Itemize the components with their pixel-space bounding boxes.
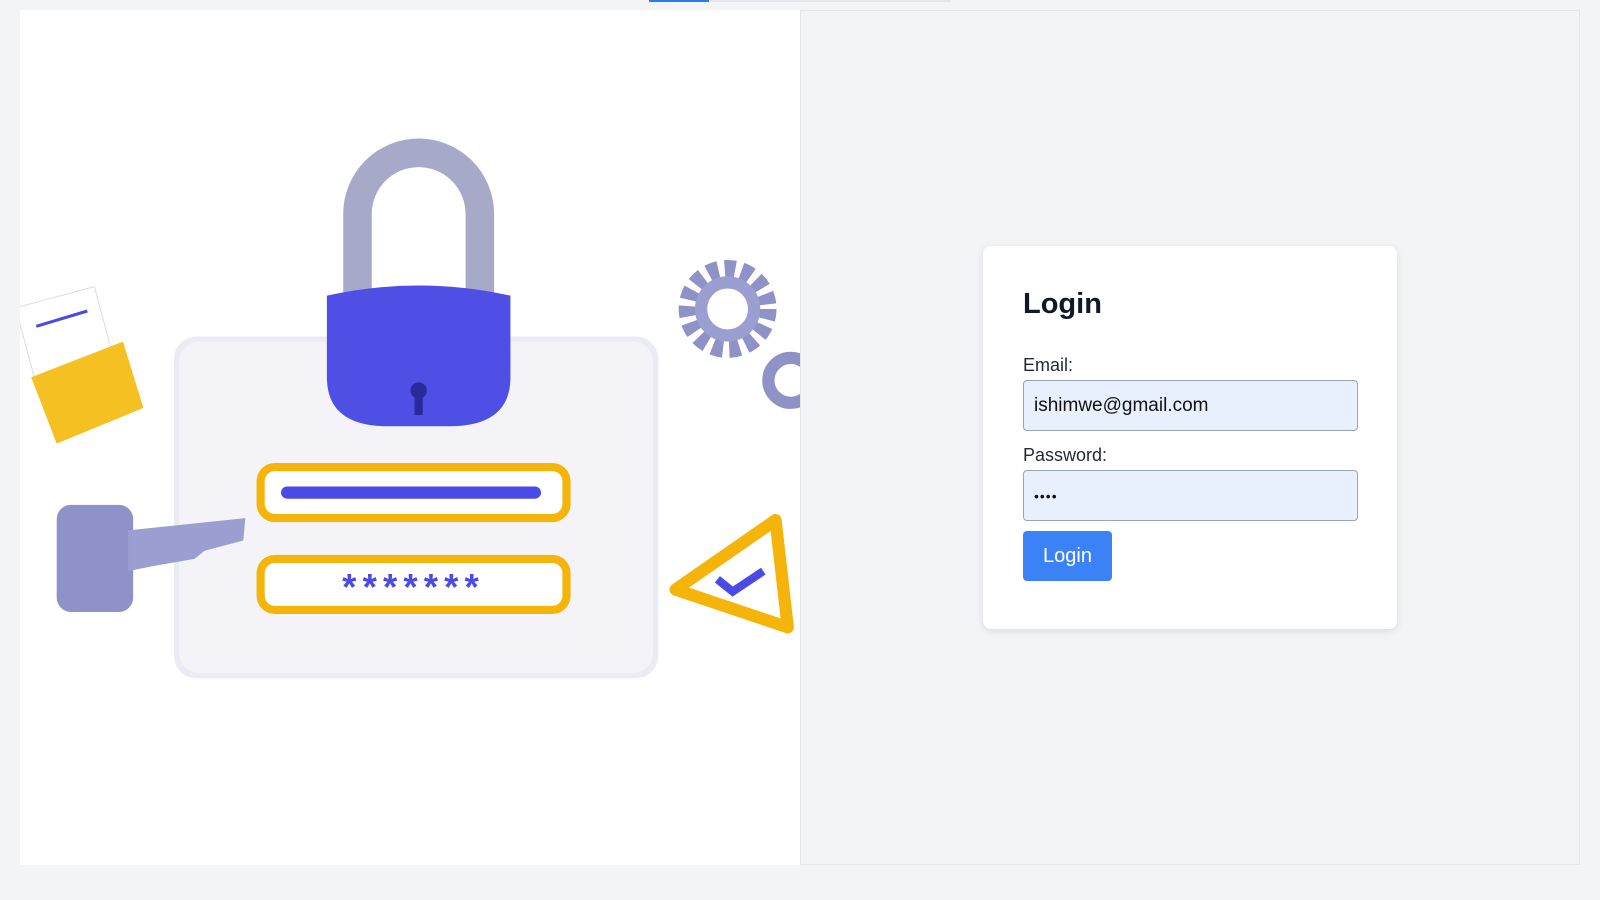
svg-text:*******: *******	[342, 567, 485, 608]
login-card: Login Email: Password: Login	[983, 246, 1397, 629]
envelope-icon	[20, 286, 144, 444]
page-load-progress	[649, 0, 951, 2]
password-label: Password:	[1023, 445, 1108, 465]
progress-fill	[649, 0, 710, 2]
password-input[interactable]	[1023, 470, 1358, 521]
login-title: Login	[1023, 288, 1102, 320]
email-input[interactable]	[1023, 380, 1358, 431]
email-label: Email:	[1023, 355, 1074, 375]
padlock-icon	[326, 138, 511, 427]
password-field-icon: *******	[256, 554, 571, 615]
login-button[interactable]: Login	[1023, 531, 1112, 581]
illustration-panel: *******	[20, 10, 800, 865]
checkmark-triangle-icon	[669, 514, 794, 634]
security-illustration: *******	[20, 138, 800, 679]
username-field-icon	[256, 463, 571, 523]
gear-icon	[678, 259, 800, 409]
